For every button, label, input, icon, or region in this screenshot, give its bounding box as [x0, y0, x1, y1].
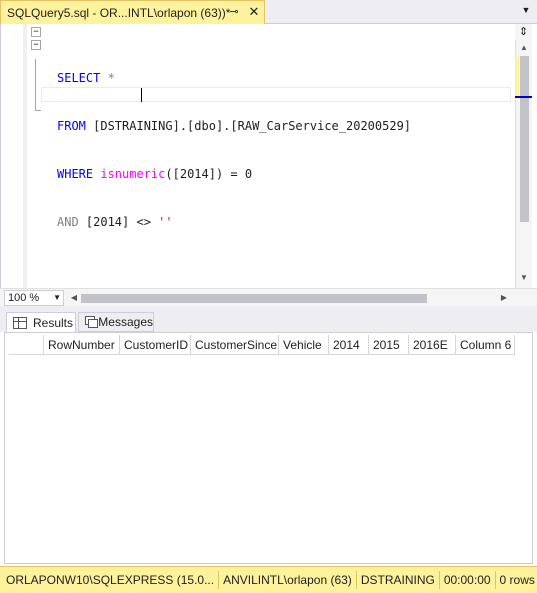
code-token: *	[100, 71, 115, 85]
grid-icon	[13, 316, 27, 329]
tab-results[interactable]: Results	[6, 312, 76, 332]
code-line: SELECT *	[57, 70, 411, 86]
horizontal-scrollbar-thumb[interactable]	[81, 294, 427, 303]
column-header[interactable]: CustomerID	[120, 335, 191, 355]
column-header[interactable]: 2015	[369, 335, 409, 355]
editor-gutter	[5, 24, 23, 288]
column-header[interactable]: CustomerSince	[191, 335, 279, 355]
split-editor-icon[interactable]: ⇕	[515, 24, 532, 40]
column-header[interactable]: Vehicle	[279, 335, 329, 355]
zoom-value: 100 %	[8, 292, 40, 304]
chevron-down-icon[interactable]: ▼	[520, 5, 532, 17]
scroll-up-icon[interactable]: ▲	[516, 40, 532, 56]
grid-corner[interactable]	[9, 335, 44, 355]
outline-guide-end	[35, 110, 41, 111]
code-line: AND [2014] <> ''	[57, 214, 411, 230]
column-header[interactable]: Column 6	[456, 335, 515, 355]
collapse-icon[interactable]: −	[31, 40, 41, 50]
status-user: ANVILINTL\orlapon (63)	[219, 571, 357, 589]
column-header[interactable]: 2014	[329, 335, 369, 355]
tab-messages-label: Messages	[98, 315, 153, 329]
keyword-from: FROM	[57, 119, 86, 133]
pin-icon[interactable]: ⊸	[227, 5, 241, 19]
results-grid[interactable]: RowNumber CustomerID CustomerSince Vehic…	[4, 332, 533, 564]
grid-header-row: RowNumber CustomerID CustomerSince Vehic…	[9, 335, 515, 355]
results-tab-strip: Results Messages	[0, 312, 537, 332]
status-database: DSTRAINING	[357, 571, 440, 589]
document-tab-strip: SQLQuery5.sql - OR...INTL\orlapon (63))*…	[0, 0, 537, 24]
selection-margin	[23, 24, 27, 288]
tab-messages[interactable]: Messages	[78, 312, 154, 332]
tab-results-label: Results	[33, 315, 74, 330]
scroll-left-icon[interactable]: ◀	[68, 290, 80, 306]
status-bar: ORLAPONW10\SQLEXPRESS (15.0... ANVILINTL…	[0, 566, 537, 593]
outline-guide	[35, 59, 36, 111]
code-token: [2014] <>	[78, 215, 159, 229]
function-name: isnumeric	[100, 167, 166, 181]
sql-editor[interactable]: − − SELECT * FROM [DSTRAINING].[dbo].[RA…	[0, 24, 537, 288]
text-caret	[141, 88, 142, 102]
scroll-right-icon[interactable]: ▶	[498, 290, 510, 306]
column-header[interactable]: 2016E	[409, 335, 456, 355]
keyword-and: AND	[57, 215, 79, 229]
table-name: [DSTRAINING].[dbo].[RAW_CarService_20200…	[85, 119, 412, 133]
code-area[interactable]: SELECT * FROM [DSTRAINING].[dbo].[RAW_Ca…	[57, 38, 411, 262]
status-elapsed: 00:00:00	[440, 571, 496, 589]
code-line: WHERE isnumeric([2014]) = 0	[57, 166, 411, 182]
keyword-where: WHERE	[57, 167, 94, 181]
string-literal: ''	[158, 215, 173, 229]
column-header[interactable]: RowNumber	[44, 335, 120, 355]
status-rows: 0 rows	[499, 573, 535, 587]
change-marker	[515, 57, 519, 99]
scroll-down-icon[interactable]: ▼	[516, 270, 532, 286]
query-tab[interactable]: SQLQuery5.sql - OR...INTL\orlapon (63))*…	[0, 0, 265, 24]
code-token: ([2014]) = 0	[165, 167, 253, 181]
collapse-icon[interactable]: −	[31, 27, 41, 37]
messages-icon	[85, 316, 98, 328]
code-line: FROM [DSTRAINING].[dbo].[RAW_CarService_…	[57, 118, 411, 134]
chevron-down-icon[interactable]: ▼	[53, 291, 61, 305]
keyword-select: SELECT	[57, 71, 101, 85]
caret-marker	[515, 96, 532, 98]
close-icon[interactable]: ✕	[246, 4, 262, 20]
status-server: ORLAPONW10\SQLEXPRESS (15.0...	[0, 571, 220, 589]
scrollbar-thumb[interactable]	[520, 56, 529, 222]
zoom-dropdown[interactable]: 100 % ▼	[4, 290, 64, 306]
editor-horizontal-bar: 100 % ▼ ◀ ▶	[0, 288, 537, 306]
query-tab-title: SQLQuery5.sql - OR...INTL\orlapon (63))*	[7, 5, 231, 20]
